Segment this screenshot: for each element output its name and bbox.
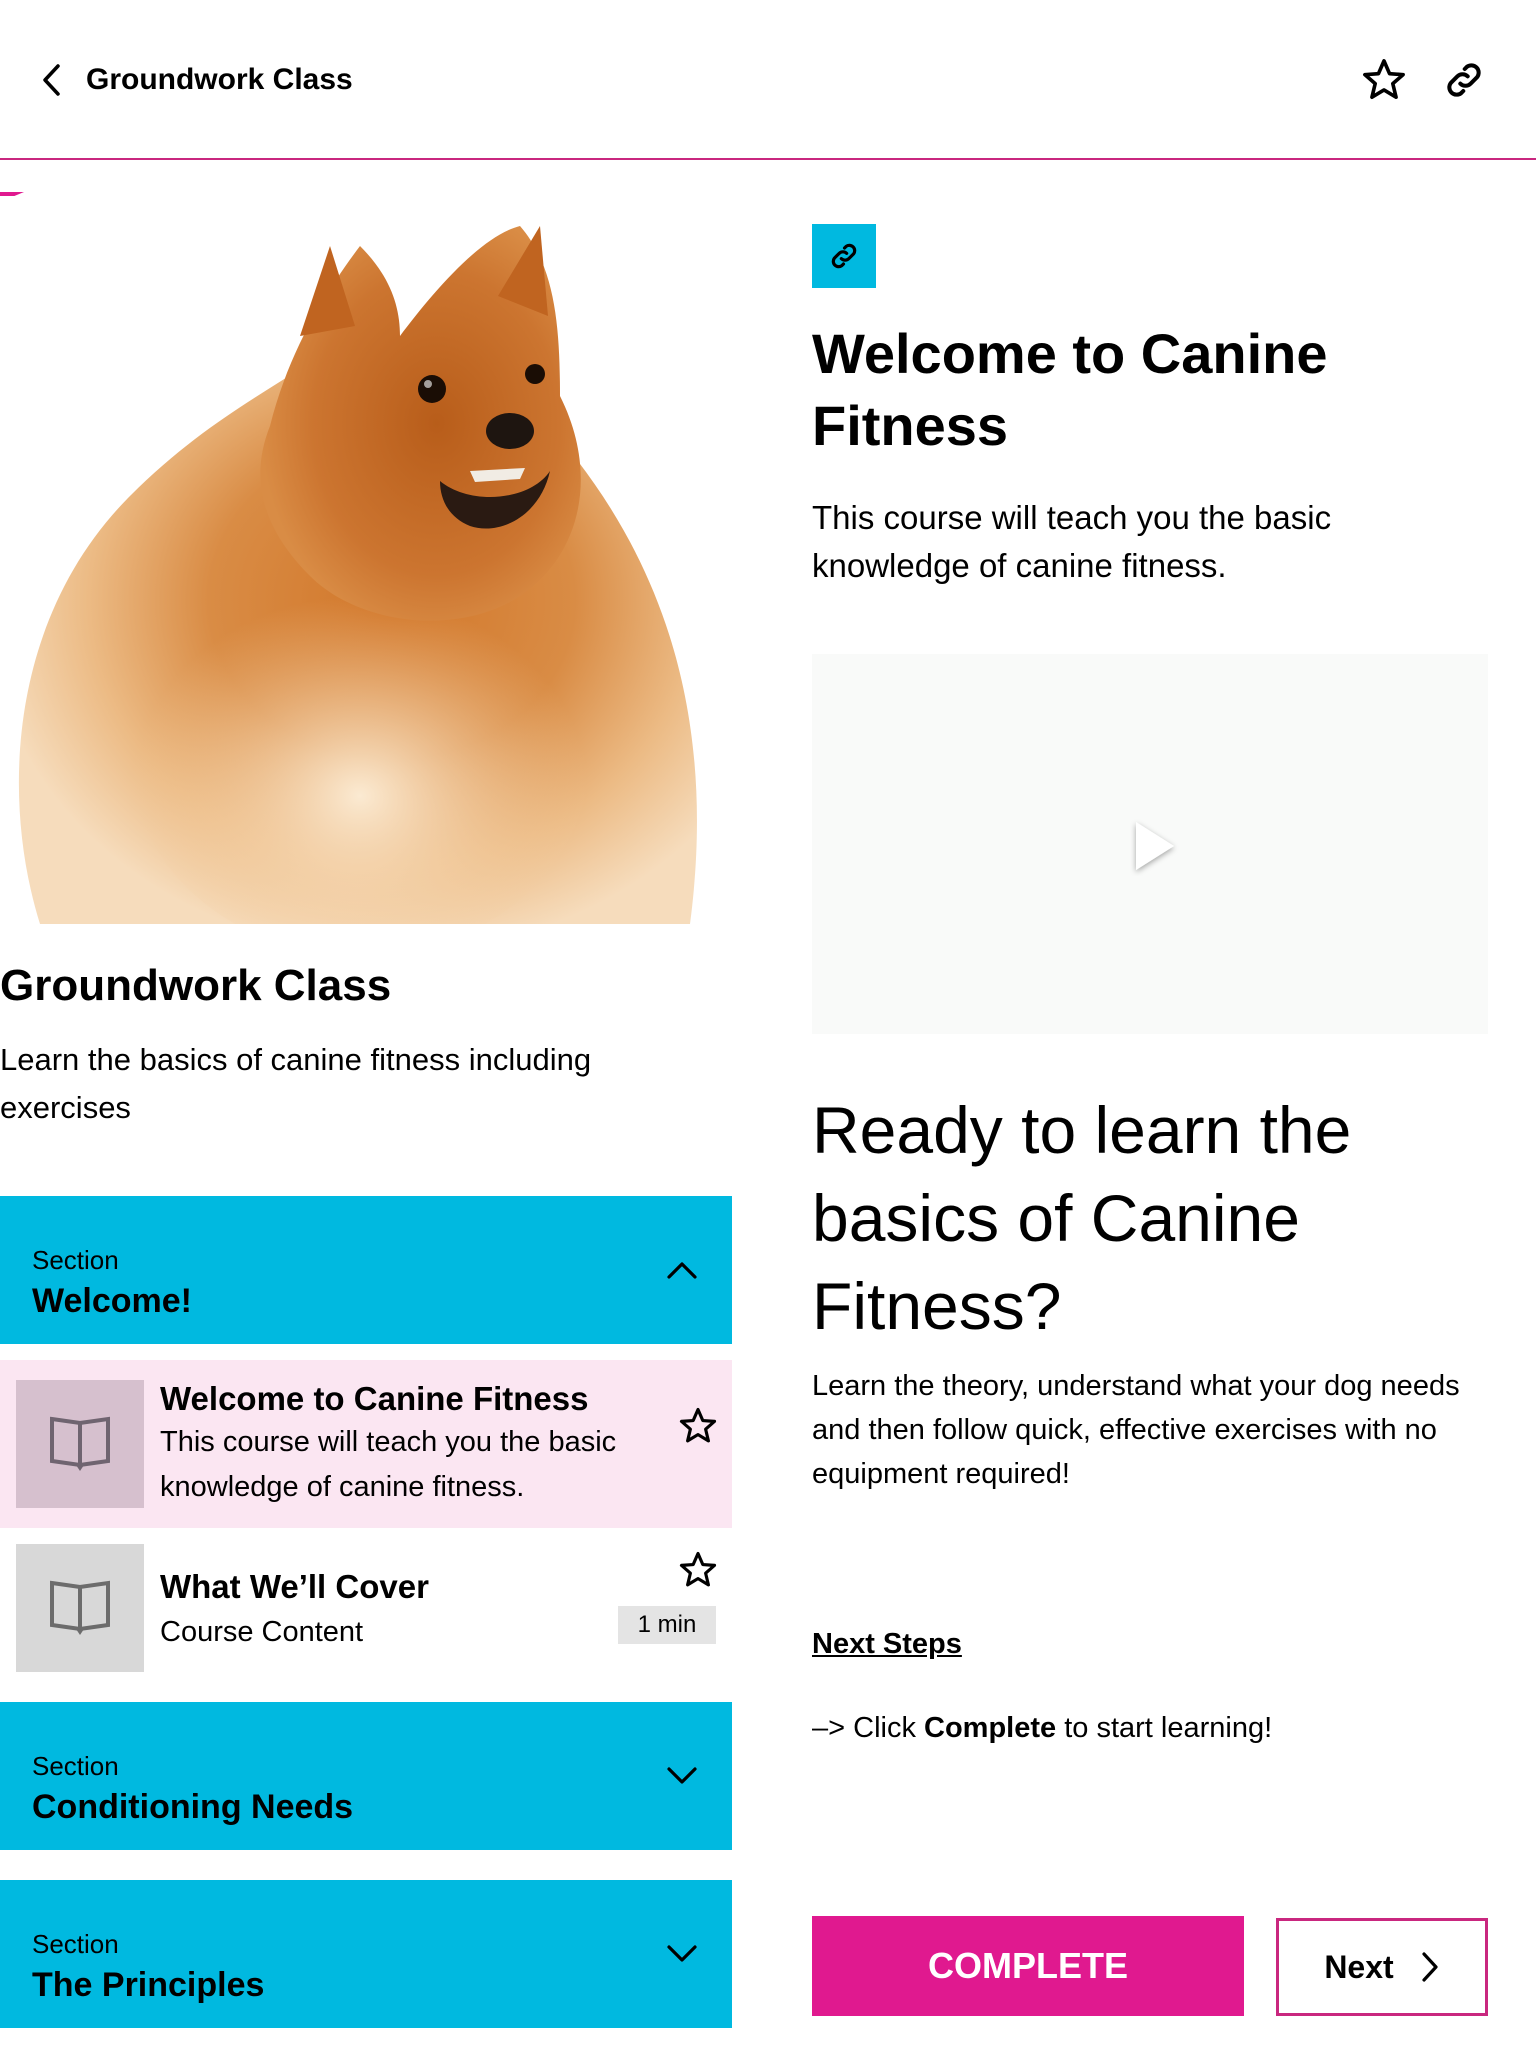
chevron-up-icon: [667, 1262, 697, 1279]
top-app-bar: Groundwork Class: [0, 0, 1536, 160]
instruction-prefix: –> Click: [812, 1712, 925, 1744]
pomeranian-dog-image: [18, 226, 697, 924]
lesson-intro: This course will teach you the basic kno…: [812, 499, 1332, 584]
star-outline-icon: [1363, 59, 1405, 100]
chevron-down-icon: [667, 1945, 697, 1962]
lesson-favorite-button[interactable]: [676, 1548, 720, 1592]
section-header-welcome[interactable]: Section Welcome!: [0, 1196, 732, 1344]
copy-link-button[interactable]: [1440, 56, 1488, 104]
link-icon: [1447, 63, 1481, 97]
ready-body: Learn the theory, understand what your d…: [812, 1370, 1460, 1490]
section-label: Section: [32, 1929, 119, 1959]
ready-heading: Ready to learn the basics of Canine Fitn…: [812, 1093, 1352, 1343]
course-hero-image: [0, 196, 740, 924]
collapse-button[interactable]: [660, 1248, 704, 1292]
lesson-title: What We’ll Cover: [160, 1568, 429, 1605]
duration-badge: 1 min: [618, 1606, 716, 1644]
link-icon: [831, 243, 857, 269]
section-header-the-principles[interactable]: Section The Principles: [0, 1880, 732, 2028]
lesson-item-what-well-cover[interactable]: What We’ll Cover Course Content 1 min: [0, 1528, 732, 1680]
chevron-down-icon: [667, 1767, 697, 1784]
lesson-subtitle: This course will teach you the basic kno…: [160, 1426, 617, 1503]
instruction-bold: Complete: [924, 1712, 1057, 1744]
book-open-icon: [50, 1580, 110, 1635]
lesson-heading: Welcome to Canine Fitness: [812, 322, 1328, 457]
video-player[interactable]: [812, 654, 1488, 1034]
favorite-button[interactable]: [1360, 56, 1408, 104]
instruction-text: –> Click Complete to start learning!: [812, 1708, 1272, 1748]
section-label: Section: [32, 1245, 119, 1275]
course-title: Groundwork Class: [0, 961, 392, 1010]
course-description: Learn the basics of canine fitness inclu…: [0, 1042, 592, 1125]
section-name: Welcome!: [32, 1282, 192, 1320]
lesson-subtitle: Course Content: [160, 1616, 364, 1648]
back-button[interactable]: [34, 60, 70, 100]
next-label: Next: [1324, 1948, 1394, 1985]
next-steps-heading: Next Steps: [812, 1628, 962, 1660]
lesson-thumbnail: [16, 1380, 144, 1508]
complete-button[interactable]: COMPLETE: [812, 1916, 1244, 2016]
section-header-conditioning-needs[interactable]: Section Conditioning Needs: [0, 1702, 732, 1850]
instruction-suffix: to start learning!: [1056, 1712, 1273, 1744]
expand-button[interactable]: [660, 1932, 704, 1976]
next-button[interactable]: Next: [1276, 1918, 1488, 2016]
star-outline-icon: [679, 1551, 717, 1587]
star-outline-icon: [679, 1407, 717, 1443]
lesson-title: Welcome to Canine Fitness: [160, 1380, 589, 1417]
expand-button[interactable]: [660, 1754, 704, 1798]
lesson-type-badge: [812, 224, 876, 288]
book-open-icon: [50, 1416, 110, 1471]
section-name: The Principles: [32, 1966, 265, 2004]
lesson-thumbnail: [16, 1544, 144, 1672]
section-name: Conditioning Needs: [32, 1788, 354, 1826]
header-title: Groundwork Class: [86, 63, 353, 96]
lesson-favorite-button[interactable]: [676, 1404, 720, 1448]
play-icon[interactable]: [1130, 816, 1180, 876]
lesson-item-welcome-to-canine-fitness[interactable]: Welcome to Canine Fitness This course wi…: [0, 1360, 732, 1528]
chevron-right-icon: [1422, 1952, 1438, 1982]
section-label: Section: [32, 1751, 119, 1781]
chevron-left-icon: [43, 64, 60, 96]
